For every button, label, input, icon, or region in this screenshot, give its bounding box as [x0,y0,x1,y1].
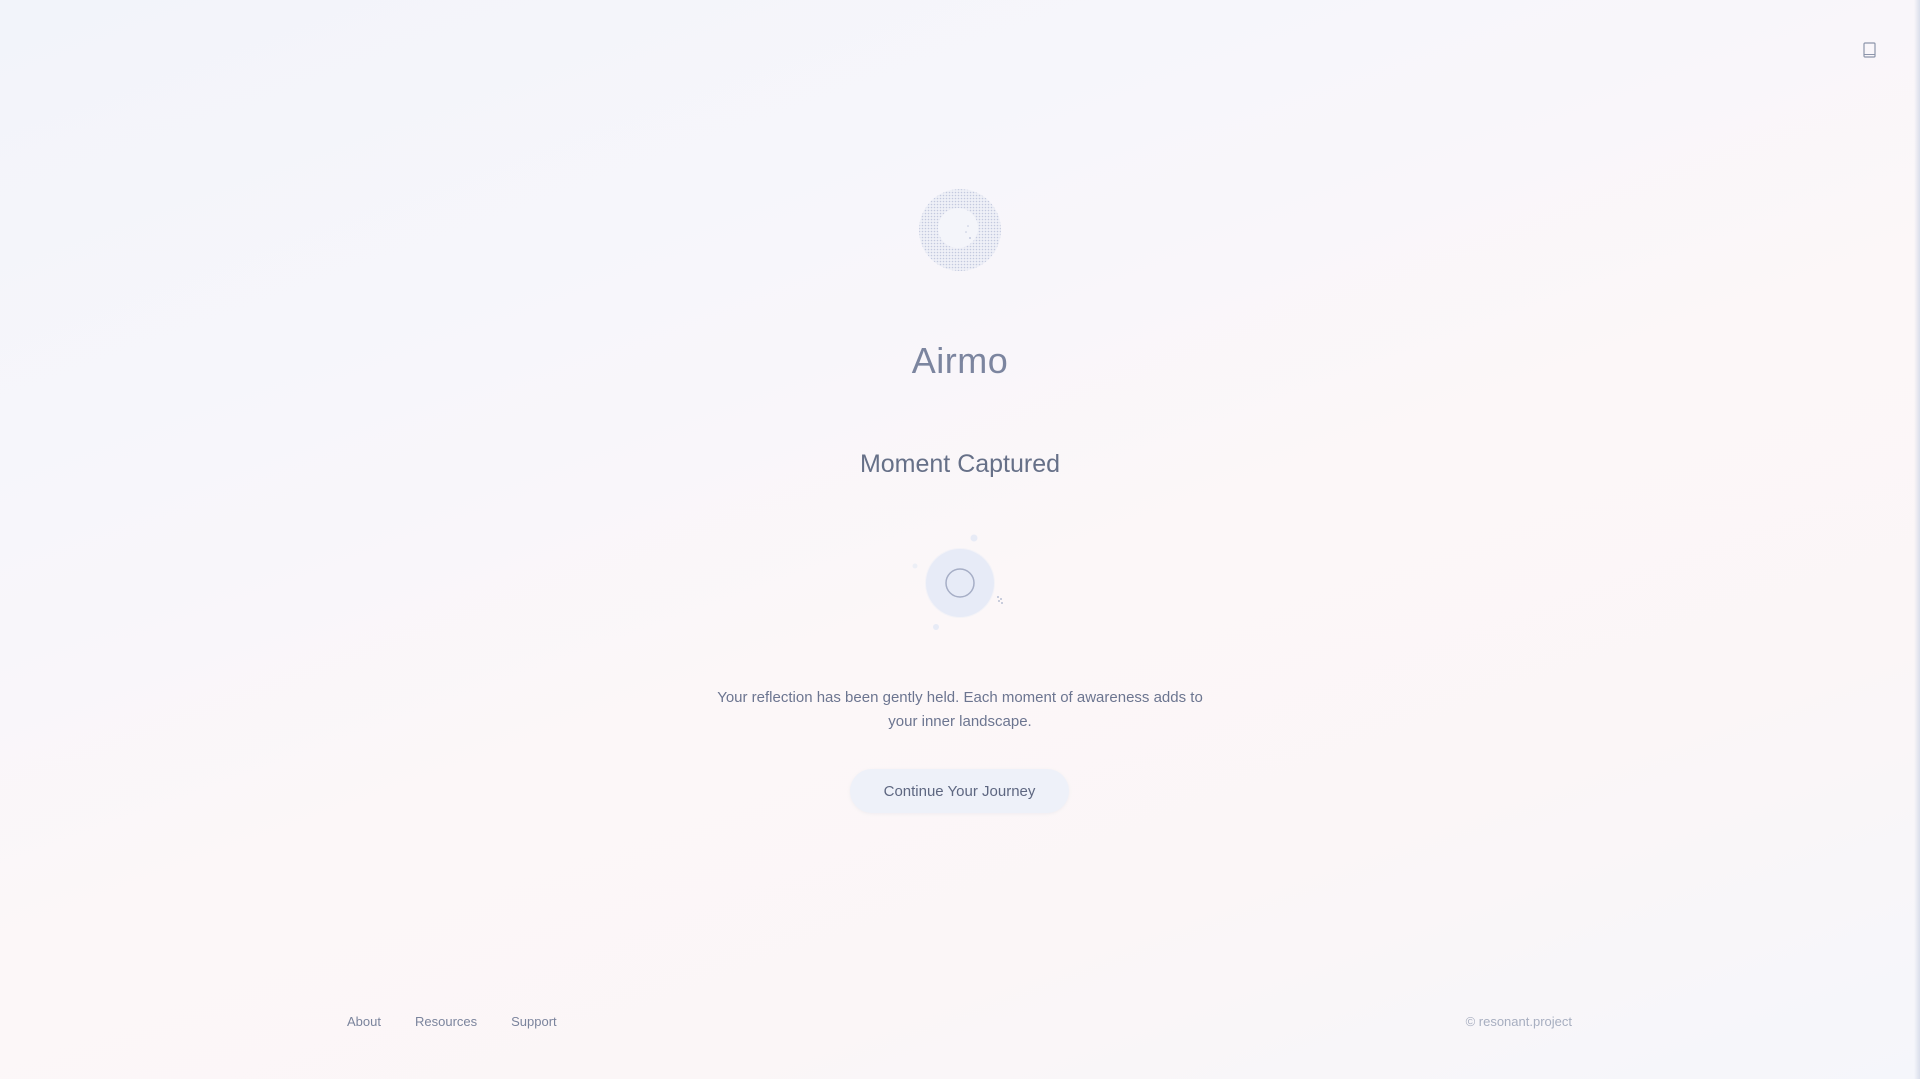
right-edge-shadow [1914,0,1920,1079]
footer-link-support[interactable]: Support [511,1014,557,1029]
book-icon[interactable] [1863,42,1876,59]
dotted-ring-logo-icon [918,188,1002,272]
footer-link-resources[interactable]: Resources [415,1014,477,1029]
copyright-text: © resonant.project [1465,1014,1572,1029]
app-name: Airmo [911,340,1009,381]
footer-link-about[interactable]: About [347,1014,381,1029]
spinner-circle-icon [910,530,1010,640]
footer-nav: About Resources Support [347,1014,557,1029]
page-title: Moment Captured [859,450,1061,478]
continue-journey-button[interactable]: Continue Your Journey [850,769,1069,813]
confirmation-message: Your reflection has been gently held. Ea… [717,689,1203,730]
